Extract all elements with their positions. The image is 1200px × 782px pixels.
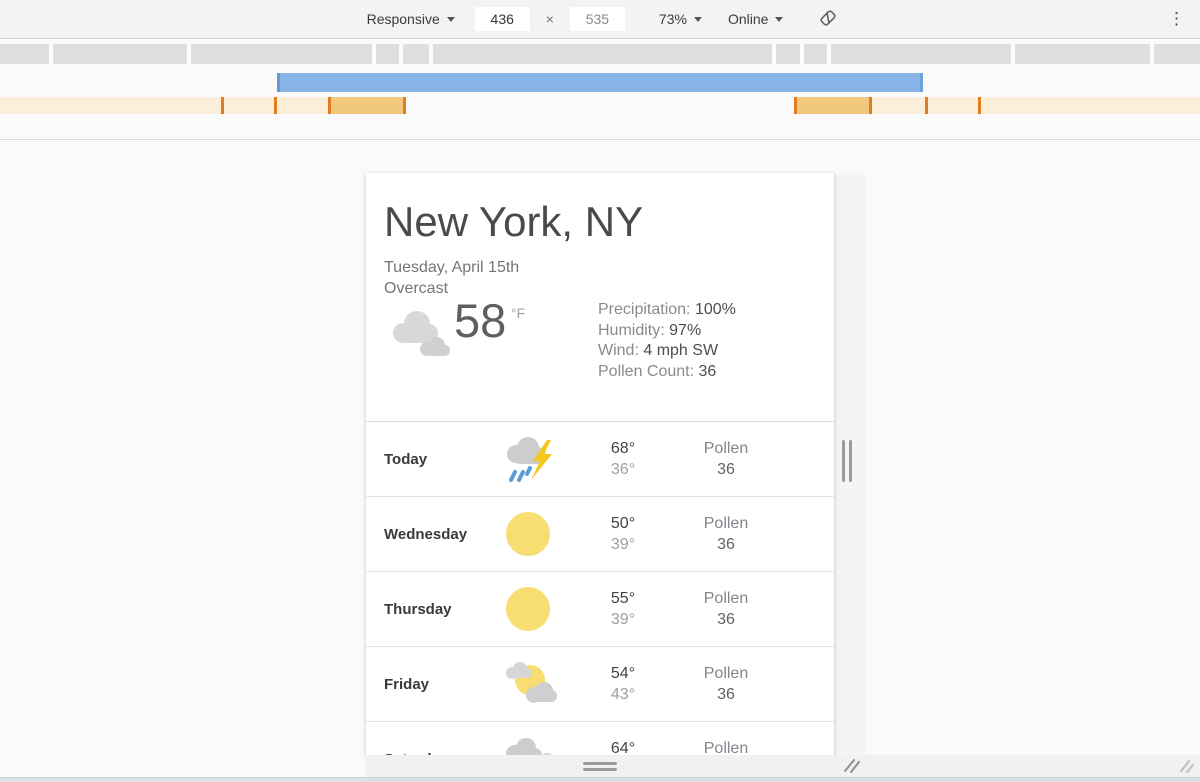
chevron-down-icon — [775, 17, 783, 22]
toolbar-content-divider — [0, 139, 1200, 140]
more-options-menu-button[interactable]: ⋮ — [1168, 7, 1184, 31]
forecast-row-wednesday: Wednesday 50°39° Pollen36 — [366, 497, 834, 572]
viewport-corner-resize-handle[interactable] — [842, 757, 862, 775]
forecast-row-friday: Friday — [366, 647, 834, 722]
sunny-icon — [504, 510, 552, 558]
detail-pollen-count: Pollen Count: 36 — [598, 362, 736, 383]
pollen-label: Pollen — [686, 738, 766, 755]
mq-segment[interactable] — [0, 97, 221, 114]
pollen-value: 36 — [686, 609, 766, 630]
zoom-level-label: 73% — [659, 11, 687, 27]
ruler-gap — [399, 44, 403, 64]
media-query-bar-orange[interactable] — [0, 97, 1200, 114]
forecast-day-label: Wednesday — [366, 526, 496, 543]
mq-segment[interactable] — [331, 97, 403, 114]
pollen-label: Pollen — [686, 588, 766, 609]
ruler-gap — [49, 44, 53, 64]
ruler-gap — [827, 44, 831, 64]
chevron-down-icon — [447, 17, 455, 22]
forecast-day-label: Thursday — [366, 601, 496, 618]
weather-condition: Overcast — [384, 278, 834, 299]
media-query-bar-blue[interactable] — [277, 73, 923, 92]
mq-segment[interactable] — [872, 97, 925, 114]
viewport-width-resize-handle[interactable] — [842, 440, 852, 482]
viewport-height-resize-handle[interactable] — [583, 762, 617, 774]
high-temp: 64° — [560, 738, 686, 755]
device-viewport: New York, NY Tuesday, April 15th Overcas… — [366, 173, 834, 755]
overcast-clouds-icon — [387, 307, 451, 359]
weather-date: Tuesday, April 15th — [384, 257, 834, 278]
ruler-gap — [800, 44, 804, 64]
sunny-icon — [504, 585, 552, 633]
rotate-icon — [817, 7, 839, 29]
mq-segment[interactable] — [277, 97, 328, 114]
viewport-bottom-bar — [366, 755, 1200, 777]
forecast-day-label: Friday — [366, 676, 496, 693]
weather-details: Precipitation: 100% Humidity: 97% Wind: … — [598, 300, 736, 382]
low-temp: 36° — [560, 459, 686, 480]
forecast-row-saturday: Saturday — [366, 722, 834, 755]
forecast-row-today: Today 68°36° — [366, 422, 834, 497]
ruler-gap — [429, 44, 433, 64]
mq-segment[interactable] — [797, 97, 869, 114]
zoom-dropdown[interactable]: 73% — [653, 7, 708, 31]
chevron-down-icon — [694, 17, 702, 22]
rotate-viewport-button[interactable] — [817, 7, 839, 32]
device-type-label: Responsive — [367, 11, 440, 27]
viewport-height-input[interactable] — [570, 7, 625, 31]
ruler-gap — [187, 44, 191, 64]
high-temp: 50° — [560, 513, 686, 534]
network-status-label: Online — [728, 11, 768, 27]
detail-wind: Wind: 4 mph SW — [598, 341, 736, 362]
pollen-label: Pollen — [686, 513, 766, 534]
detail-humidity: Humidity: 97% — [598, 321, 736, 342]
dimension-separator: × — [544, 11, 556, 27]
pollen-value: 36 — [686, 684, 766, 705]
forecast-day-label: Today — [366, 451, 496, 468]
high-temp: 55° — [560, 588, 686, 609]
window-bottom-edge — [0, 777, 1200, 782]
high-temp: 54° — [560, 663, 686, 684]
forecast-row-thursday: Thursday 55°39° Pollen36 — [366, 572, 834, 647]
viewport-size-ruler[interactable] — [0, 44, 1200, 64]
ruler-gap — [1150, 44, 1154, 64]
pollen-value: 36 — [686, 459, 766, 480]
mq-segment[interactable] — [224, 97, 274, 114]
current-conditions: 58 °F Precipitation: 100% Humidity: 97% … — [366, 299, 834, 399]
network-throttle-dropdown[interactable]: Online — [722, 7, 789, 31]
forecast-list: Today 68°36° — [366, 421, 834, 755]
thunderstorm-icon — [500, 434, 556, 484]
ruler-gap — [1011, 44, 1015, 64]
mq-segment — [403, 97, 406, 114]
device-toolbar: Responsive × 73% Online ⋮ — [0, 0, 1200, 39]
pollen-label: Pollen — [686, 438, 766, 459]
low-temp: 39° — [560, 534, 686, 555]
mq-segment[interactable] — [981, 97, 1200, 114]
ruler-gap — [372, 44, 376, 64]
viewport-width-input[interactable] — [475, 7, 530, 31]
pollen-value: 36 — [686, 534, 766, 555]
rain-icon — [499, 734, 557, 755]
window-resize-gripper-icon[interactable] — [1178, 757, 1196, 775]
partly-cloudy-icon — [498, 659, 558, 709]
page-title: New York, NY — [384, 198, 834, 246]
detail-precipitation: Precipitation: 100% — [598, 300, 736, 321]
device-type-dropdown[interactable]: Responsive — [361, 7, 461, 31]
pollen-label: Pollen — [686, 663, 766, 684]
mq-segment[interactable] — [928, 97, 978, 114]
current-temperature: 58 — [454, 293, 506, 348]
temperature-unit: °F — [511, 305, 525, 321]
ruler-gap — [772, 44, 776, 64]
low-temp: 43° — [560, 684, 686, 705]
low-temp: 39° — [560, 609, 686, 630]
high-temp: 68° — [560, 438, 686, 459]
